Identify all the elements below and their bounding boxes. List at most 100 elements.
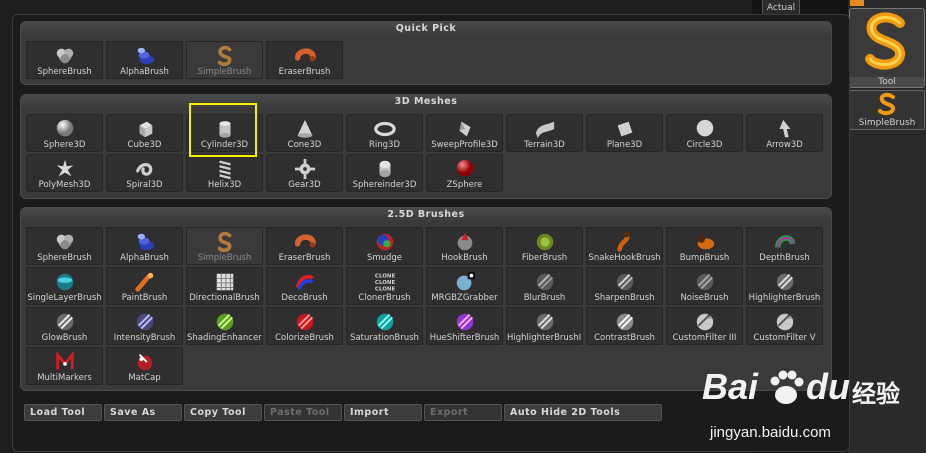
simplebrush-thumbnail[interactable]: SimpleBrush — [849, 90, 925, 130]
tile-cone3d[interactable]: Cone3D — [266, 114, 343, 152]
load-tool-button[interactable]: Load Tool — [24, 404, 102, 421]
tile-ring3d[interactable]: Ring3D — [346, 114, 423, 152]
tile-label: ClonerBrush — [358, 293, 411, 303]
colorize-brush-icon — [293, 311, 317, 333]
gear-icon — [293, 158, 317, 180]
current-tool-thumbnail[interactable]: Tool — [849, 8, 925, 88]
tile-simplebrush[interactable]: SimpleBrush — [186, 41, 263, 79]
tile-gear3d[interactable]: Gear3D — [266, 154, 343, 192]
tile-label: SaturationBrush — [350, 333, 419, 343]
simplebrush-label: SimpleBrush — [858, 118, 916, 128]
auto-hide-2d-tools-button[interactable]: Auto Hide 2D Tools — [504, 404, 662, 421]
tile-cube3d[interactable]: Cube3D — [106, 114, 183, 152]
svg-text:CLONE: CLONE — [374, 280, 395, 286]
tile-depthbrush[interactable]: DepthBrush — [746, 227, 823, 265]
tile-sphere3d[interactable]: Sphere3D — [26, 114, 103, 152]
tile-decobrush[interactable]: DecoBrush — [266, 267, 343, 305]
tile-sharpenbrush[interactable]: SharpenBrush — [586, 267, 663, 305]
multi-markers-icon — [53, 350, 77, 373]
tile-saturationbrush[interactable]: SaturationBrush — [346, 307, 423, 345]
import-button[interactable]: Import — [344, 404, 422, 421]
brushes-title: 2.5D Brushes — [21, 208, 831, 222]
tile-hueshifterbrush[interactable]: HueShifterBrush — [426, 307, 503, 345]
tile-plane3d[interactable]: Plane3D — [586, 114, 663, 152]
tile-clonerbrush[interactable]: CLONE CLONE CLONE ClonerBrush — [346, 267, 423, 305]
bump-brush-icon — [693, 231, 717, 253]
tile-glowbrush[interactable]: GlowBrush — [26, 307, 103, 345]
tile-label: SweepProfile3D — [431, 140, 498, 150]
tile-noisebrush[interactable]: NoiseBrush — [666, 267, 743, 305]
watermark-brand: Bai — [702, 366, 759, 407]
tile-label: Gear3D — [288, 180, 321, 190]
tile-spiral3d[interactable]: Spiral3D — [106, 154, 183, 192]
intensity-brush-icon — [133, 311, 157, 333]
export-button[interactable]: Export — [424, 404, 502, 421]
tile-label: Terrain3D — [524, 140, 565, 150]
quick-pick-section: Quick Pick SphereBrush AlphaBrush SimpleBr… — [20, 21, 832, 85]
tile-label: ContrastBrush — [594, 333, 655, 343]
tile-contrastbrush[interactable]: ContrastBrush — [586, 307, 663, 345]
tile-snakehookbrush[interactable]: SnakeHookBrush — [586, 227, 663, 265]
tile-label: SphereBrush — [37, 67, 92, 77]
tile-paintbrush[interactable]: PaintBrush — [106, 267, 183, 305]
sweep-profile-icon — [453, 118, 477, 140]
tile-sweepprofile3d[interactable]: SweepProfile3D — [426, 114, 503, 152]
tile-mrgbzgrabber[interactable]: MRGBZGrabber — [426, 267, 503, 305]
sphere-icon — [53, 118, 77, 140]
tile-label: SimpleBrush — [197, 253, 252, 263]
tile-fiberbrush[interactable]: FiberBrush — [506, 227, 583, 265]
tile-label: IntensityBrush — [113, 333, 176, 343]
watermark-cn: 经验 — [852, 381, 900, 408]
hue-shifter-icon — [453, 311, 477, 333]
tile-smudge[interactable]: Smudge — [346, 227, 423, 265]
save-as-button[interactable]: Save As — [104, 404, 182, 421]
tile-matcap[interactable]: MatCap — [106, 347, 183, 385]
simple-brush-icon — [865, 12, 905, 70]
tile-sphereinder3d[interactable]: Sphereinder3D — [346, 154, 423, 192]
tile-spherebrush[interactable]: SphereBrush — [26, 41, 103, 79]
depth-brush-icon — [773, 231, 797, 253]
tile-hookbrush[interactable]: HookBrush — [426, 227, 503, 265]
sphere-brush-icon — [53, 231, 77, 253]
tile-multimarkers[interactable]: MultiMarkers — [26, 347, 103, 385]
tile-intensitybrush[interactable]: IntensityBrush — [106, 307, 183, 345]
saturation-brush-icon — [373, 311, 397, 333]
tile-eraserbrush[interactable]: EraserBrush — [266, 41, 343, 79]
tile-alphabrush[interactable]: AlphaBrush — [106, 227, 183, 265]
copy-tool-button[interactable]: Copy Tool — [184, 404, 262, 421]
tile-alphabrush[interactable]: AlphaBrush — [106, 41, 183, 79]
tile-customfilter-iii[interactable]: 3x3 CustomFilter III — [666, 307, 743, 345]
tile-zsphere[interactable]: ZSphere — [426, 154, 503, 192]
highlighter-brush-icon — [773, 271, 797, 293]
tile-shadingenhancere[interactable]: ShadingEnhancerE — [186, 307, 263, 345]
paste-tool-button[interactable]: Paste Tool — [264, 404, 342, 421]
tile-terrain3d[interactable]: Terrain3D — [506, 114, 583, 152]
tile-label: SimpleBrush — [197, 67, 252, 77]
tile-eraserbrush[interactable]: EraserBrush — [266, 227, 343, 265]
tile-helix3d[interactable]: Helix3D — [186, 154, 263, 192]
matcap-icon — [133, 351, 157, 373]
tile-bumpbrush[interactable]: BumpBrush — [666, 227, 743, 265]
tile-simplebrush[interactable]: SimpleBrush — [186, 227, 263, 265]
tile-singlelayerbrush[interactable]: SingleLayerBrush — [26, 267, 103, 305]
tile-blurbrush[interactable]: BlurBrush — [506, 267, 583, 305]
tile-polymesh3d[interactable]: PolyMesh3D — [26, 154, 103, 192]
tile-highlighterbrushii[interactable]: HighlighterBrushII — [506, 307, 583, 345]
cone-icon — [293, 118, 317, 140]
tile-circle3d[interactable]: Circle3D — [666, 114, 743, 152]
tile-spherebrush[interactable]: SphereBrush — [26, 227, 103, 265]
tile-directionalbrush[interactable]: DirectionalBrush — [186, 267, 263, 305]
alpha-brush-icon — [133, 231, 157, 253]
sphereinder-icon — [373, 158, 397, 180]
tile-label: Cylinder3D — [200, 140, 249, 150]
tile-arrow3d[interactable]: Arrow3D — [746, 114, 823, 152]
single-layer-icon — [53, 271, 77, 293]
cloner-brush-icon: CLONE CLONE CLONE — [373, 271, 397, 293]
helix-icon — [213, 158, 237, 180]
tile-customfilter-v[interactable]: 5x5 CustomFilter V — [746, 307, 823, 345]
watermark-brand-2: du — [806, 366, 850, 407]
tile-cylinder3d[interactable]: Cylinder3D — [186, 114, 263, 152]
tile-highlighterbrush[interactable]: HighlighterBrush — [746, 267, 823, 305]
tile-colorizebrush[interactable]: ColorizeBrush — [266, 307, 343, 345]
tile-label: Ring3D — [368, 140, 400, 150]
